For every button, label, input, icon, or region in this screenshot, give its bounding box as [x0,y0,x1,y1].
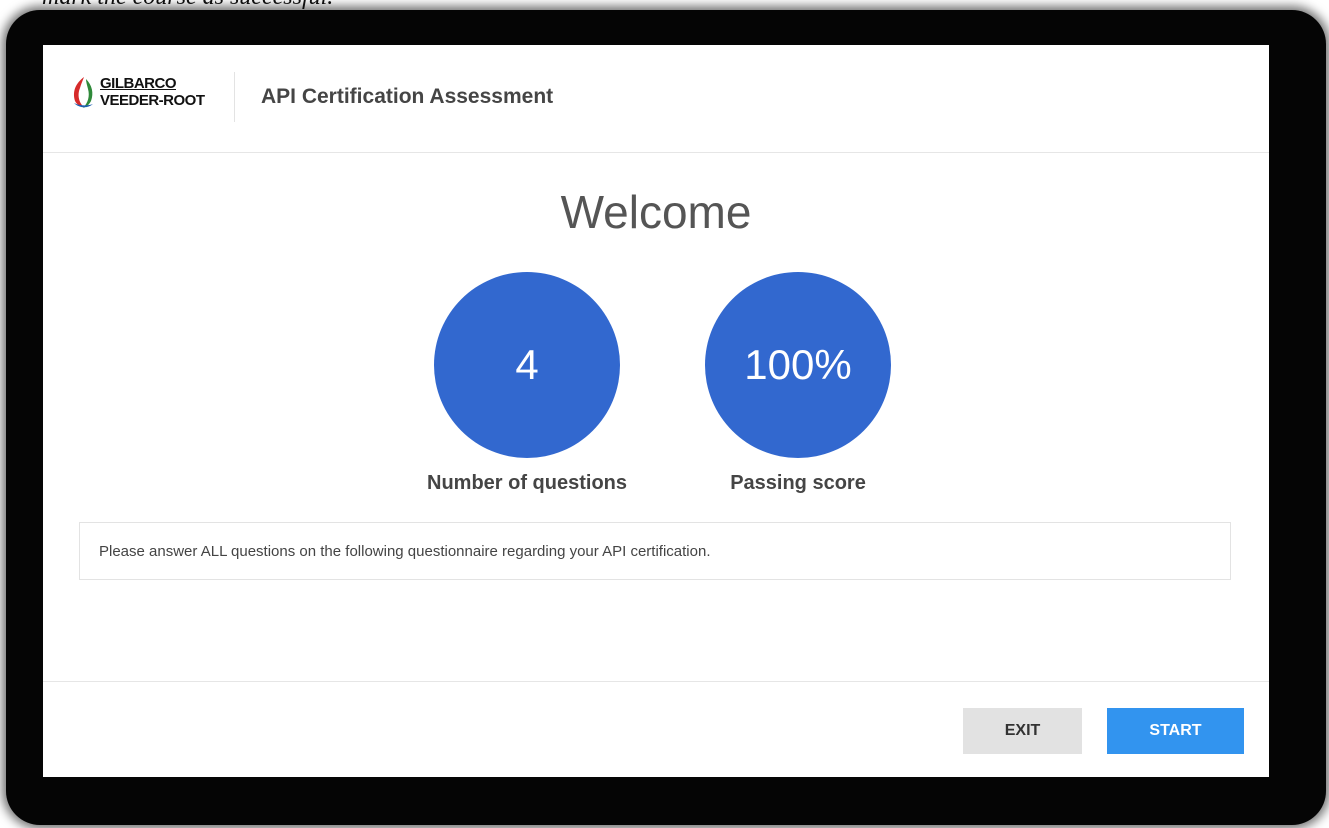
logo-text-gilbarco: GILBARCO [100,75,176,92]
flame-logo-icon [74,77,93,108]
header-divider [234,72,235,122]
screenshot-frame: GILBARCO VEEDER-ROOT API Certification A… [6,10,1326,825]
stat-number-of-questions: 4 Number of questions [427,272,627,495]
instructions-text: Please answer ALL questions on the follo… [99,542,711,560]
stat-label: Passing score [730,472,866,494]
stat-circle: 100% [705,272,891,458]
header: GILBARCO VEEDER-ROOT API Certification A… [43,45,1269,153]
logo-text-veeder-root: VEEDER-ROOT [100,92,205,109]
welcome-heading: Welcome [560,186,752,238]
start-button[interactable]: START [1107,708,1244,754]
assessment-window: GILBARCO VEEDER-ROOT API Certification A… [43,45,1269,777]
page-title: API Certification Assessment [261,85,554,108]
instructions-box: Please answer ALL questions on the follo… [79,522,1231,580]
exit-button[interactable]: EXIT [963,708,1082,754]
company-logo: GILBARCO VEEDER-ROOT [70,73,210,123]
footer-divider [43,681,1269,682]
stat-circle: 4 [434,272,620,458]
stat-passing-score: 100% Passing score [698,272,898,495]
stat-label: Number of questions [427,472,628,494]
